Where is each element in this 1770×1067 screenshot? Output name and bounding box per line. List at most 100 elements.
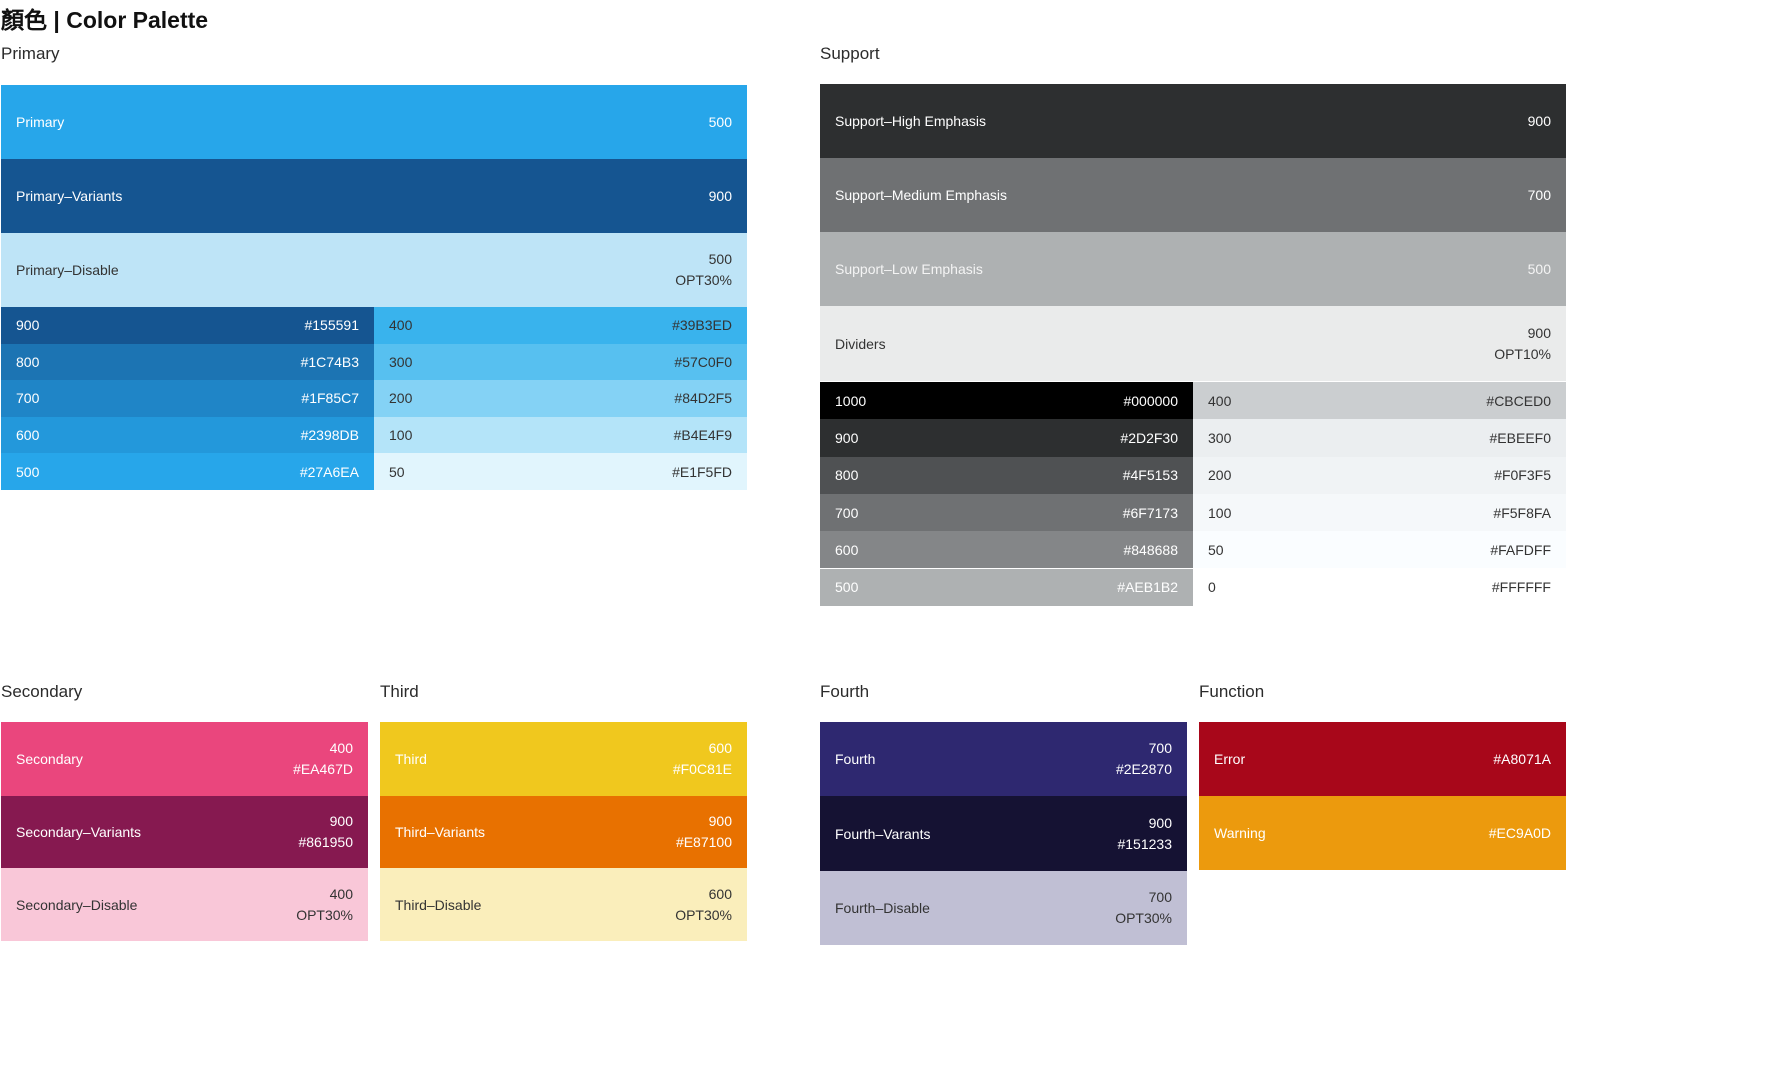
secondary-swatch-values: 400 #EA467D: [293, 738, 353, 780]
support-tint-row: 0 #FFFFFF: [1193, 568, 1566, 606]
primary-tint-hex: #39B3ED: [672, 317, 732, 334]
primary-tint-level: 200: [389, 390, 413, 407]
support-tint-level: 300: [1208, 429, 1232, 446]
support-swatch-value: 500: [1527, 260, 1551, 277]
primary-swatch: Primary–Variants 900: [1, 159, 747, 233]
primary-shade-hex: #1F85C7: [301, 390, 359, 407]
support-shade-row: 900 #2D2F30: [820, 419, 1193, 457]
primary-swatch-value: 900: [708, 187, 732, 204]
function-swatch-name: Error: [1214, 751, 1246, 767]
support-swatch-name: Support–Medium Emphasis: [835, 187, 1007, 203]
primary-tint-level: 50: [389, 463, 405, 480]
fourth-swatch-values: 700 OPT30%: [1115, 887, 1172, 929]
support-shade-hex: #2D2F30: [1120, 429, 1178, 446]
support-tint-level: 0: [1208, 579, 1216, 596]
primary-swatch: Primary 500: [1, 85, 747, 159]
primary-swatch-values: 500: [709, 112, 732, 133]
support-tint-row: 300 #EBEEF0: [1193, 419, 1566, 457]
support-tint-level: 50: [1208, 541, 1224, 558]
primary-tint-hex: #E1F5FD: [672, 463, 732, 480]
secondary-swatch-name: Secondary–Variants: [16, 824, 142, 840]
support-tint-row: 200 #F0F3F5: [1193, 456, 1566, 494]
primary-shade-level: 500: [16, 463, 40, 480]
secondary-swatch-note: #EA467D: [293, 761, 353, 777]
primary-shade-hex: #155591: [304, 317, 359, 334]
third-swatch-values: 600 #F0C81E: [673, 738, 732, 780]
support-shade-level: 700: [835, 504, 859, 521]
primary-tint-row: 100 #B4E4F9: [374, 416, 747, 454]
third-swatch-value: 900: [708, 813, 732, 829]
third-swatch-name: Third–Disable: [395, 896, 482, 913]
third-swatch: Third 600 #F0C81E: [380, 722, 747, 796]
primary-shade-row: 700 #1F85C7: [1, 380, 374, 417]
section-title-support: Support: [820, 44, 880, 63]
fourth-swatch-note: OPT30%: [1115, 910, 1172, 926]
support-tint-hex: #F0F3F5: [1494, 467, 1551, 484]
support-swatch-value: 900: [1527, 324, 1551, 341]
third-swatch-note: #F0C81E: [672, 761, 732, 777]
support-tint-level: 400: [1208, 392, 1232, 409]
primary-tint-row: 300 #57C0F0: [374, 343, 747, 381]
primary-shade-level: 800: [16, 353, 40, 370]
function-swatch-value: #A8071A: [1493, 750, 1551, 767]
support-shade-hex: #000000: [1123, 392, 1178, 409]
section-title-function: Function: [1199, 682, 1265, 701]
support-shade-level: 1000: [835, 392, 867, 409]
primary-tint-row: 200 #84D2F5: [374, 380, 747, 417]
primary-swatch-note: OPT30%: [675, 272, 732, 288]
secondary-swatch-value: 400: [329, 885, 353, 902]
fourth-swatch-values: 900 #151233: [1117, 813, 1172, 855]
third-swatch-values: 900 #E87100: [676, 811, 732, 853]
support-shade-hex: #848688: [1123, 541, 1178, 558]
support-swatch: Dividers 900 OPT10%: [820, 306, 1566, 381]
third-swatch-value: 600: [708, 885, 732, 902]
primary-swatch-values: 900: [709, 186, 732, 207]
function-swatch-values: #EC9A0D: [1489, 823, 1551, 844]
primary-shade-row: 900 #155591: [1, 307, 374, 344]
support-tint-hex: #F5F8FA: [1493, 504, 1551, 521]
support-tint-row: 100 #F5F8FA: [1193, 493, 1566, 532]
fourth-swatch: Fourth 700 #2E2870: [820, 722, 1187, 796]
third-swatch: Third–Disable 600 OPT30%: [380, 868, 747, 941]
secondary-swatch-value: 400: [329, 740, 353, 756]
support-swatch-name: Support–Low Emphasis: [835, 261, 983, 277]
primary-swatch-values: 500 OPT30%: [675, 249, 732, 291]
fourth-swatch-name: Fourth–Varants: [835, 825, 931, 842]
support-shade-row: 1000 #000000: [820, 382, 1193, 420]
primary-shade-row: 600 #2398DB: [1, 416, 374, 454]
support-shade-row: 700 #6F7173: [820, 493, 1193, 532]
third-swatch-value: 600: [708, 740, 732, 756]
third-swatch-name: Third–Variants: [395, 824, 486, 840]
support-shade-hex: #AEB1B2: [1117, 579, 1178, 596]
support-tint-hex: #CBCED0: [1486, 392, 1551, 409]
secondary-swatch-note: #861950: [298, 834, 353, 850]
primary-swatch-name: Primary–Variants: [16, 188, 123, 204]
secondary-swatch-name: Secondary: [16, 751, 83, 767]
third-swatch-name: Third: [395, 751, 427, 767]
secondary-swatch: Secondary–Disable 400 OPT30%: [1, 868, 368, 941]
support-shade-level: 800: [835, 467, 859, 484]
secondary-swatch-values: 900 #861950: [298, 811, 353, 853]
support-shade-level: 500: [835, 579, 859, 596]
support-shade-level: 900: [835, 429, 859, 446]
support-swatch-values: 900 OPT10%: [1494, 323, 1551, 365]
primary-shade-hex: #1C74B3: [300, 353, 359, 370]
support-swatch: Support–High Emphasis 900: [820, 84, 1566, 158]
primary-tint-level: 100: [389, 427, 413, 444]
section-title-secondary: Secondary: [1, 682, 83, 701]
fourth-swatch: Fourth–Disable 700 OPT30%: [820, 871, 1187, 945]
primary-swatch-value: 500: [708, 113, 732, 130]
support-swatch-values: 500: [1528, 259, 1551, 280]
function-swatch-value: #EC9A0D: [1488, 824, 1551, 841]
primary-tint-level: 300: [389, 353, 413, 370]
third-swatch-note: OPT30%: [675, 906, 732, 923]
fourth-swatch-name: Fourth–Disable: [835, 900, 930, 916]
primary-shade-row: 800 #1C74B3: [1, 343, 374, 381]
third-swatch-note: #E87100: [675, 834, 732, 850]
support-shade-hex: #6F7173: [1122, 504, 1178, 521]
primary-tint-hex: #B4E4F9: [673, 427, 732, 444]
secondary-swatch-value: 900: [329, 813, 353, 829]
secondary-swatch: Secondary 400 #EA467D: [1, 722, 368, 796]
fourth-swatch-name: Fourth: [835, 751, 876, 767]
support-swatch-value: 700: [1527, 186, 1551, 203]
